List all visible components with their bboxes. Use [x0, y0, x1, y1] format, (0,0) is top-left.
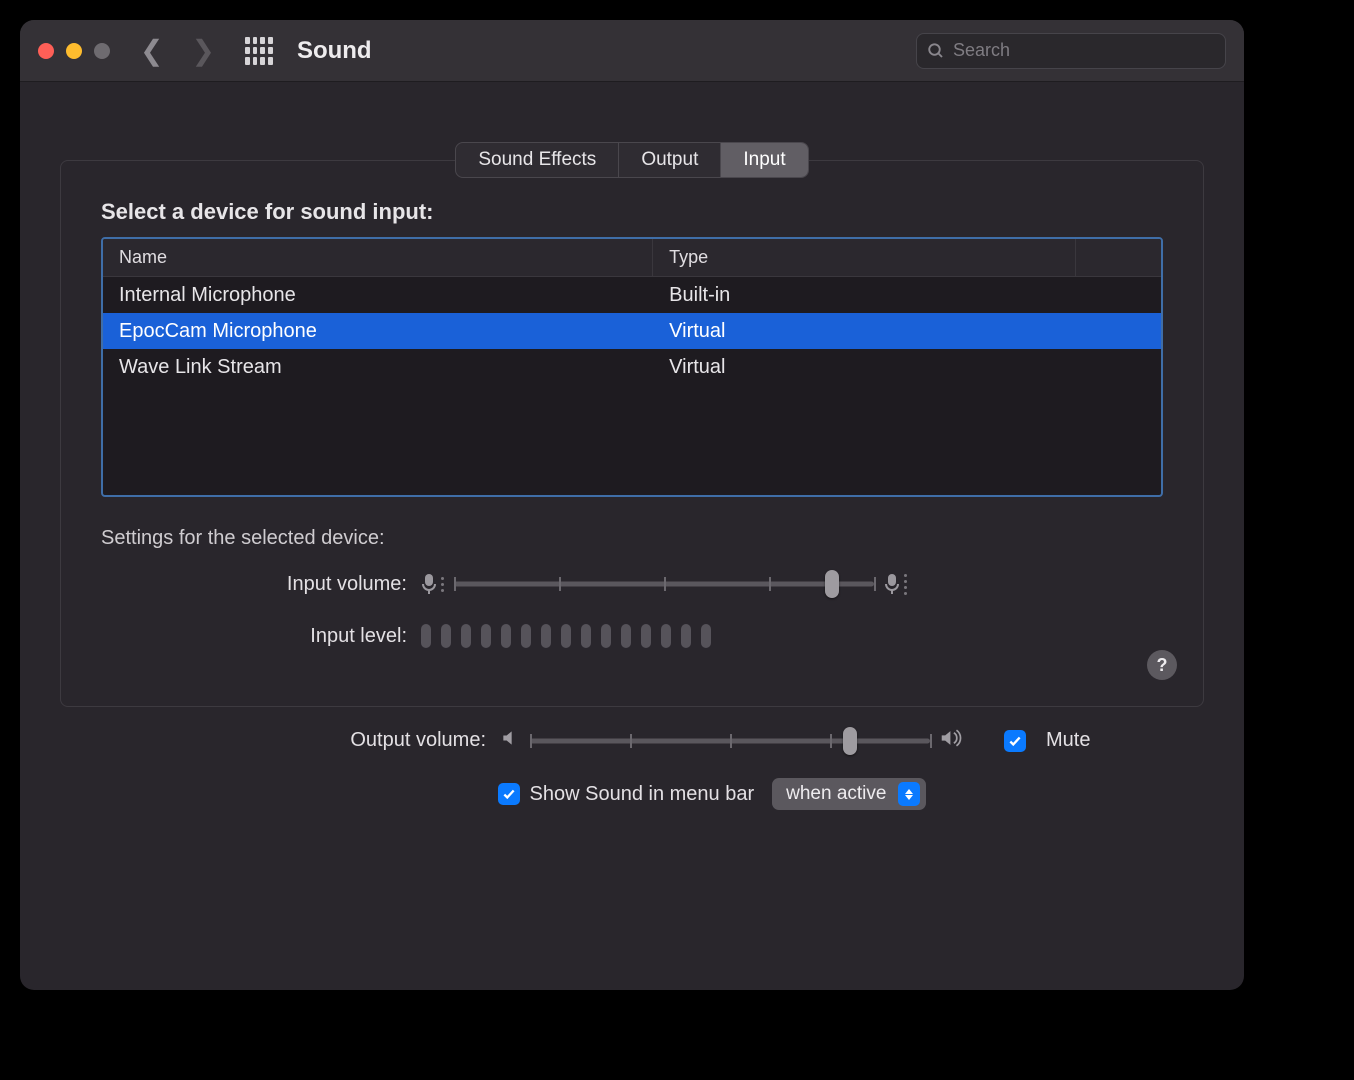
menu-mode-popup[interactable]: when active — [772, 778, 926, 810]
back-button[interactable]: ❮ — [140, 37, 163, 65]
device-name: Internal Microphone — [103, 277, 653, 313]
device-type: Virtual — [653, 313, 1076, 349]
show-menu-label: Show Sound in menu bar — [530, 783, 755, 806]
input-panel: Select a device for sound input: Name Ty… — [60, 160, 1204, 707]
search-field[interactable] — [916, 33, 1226, 69]
tab-output[interactable]: Output — [619, 143, 721, 177]
input-volume-slider[interactable] — [454, 572, 874, 596]
window-title: Sound — [297, 37, 372, 65]
menu-mode-value: when active — [786, 783, 886, 805]
tab-bar: Sound Effects Output Input — [455, 142, 808, 178]
mic-low-icon — [421, 572, 444, 596]
speaker-high-icon — [940, 727, 966, 754]
device-type: Virtual — [653, 349, 1076, 385]
input-level-meter — [421, 624, 711, 648]
device-table-header: Name Type — [103, 239, 1161, 277]
device-row[interactable]: Wave Link Stream Virtual — [103, 349, 1161, 385]
output-volume-label: Output volume: — [100, 729, 500, 752]
device-select-heading: Select a device for sound input: — [101, 199, 1163, 225]
input-level-label: Input level: — [101, 625, 421, 648]
forward-button[interactable]: ❯ — [191, 37, 214, 65]
help-button[interactable]: ? — [1147, 650, 1177, 680]
slider-thumb[interactable] — [825, 570, 839, 598]
device-row[interactable]: EpocCam Microphone Virtual — [103, 313, 1161, 349]
popup-arrows-icon — [898, 782, 920, 806]
device-table[interactable]: Name Type Internal Microphone Built-in E… — [101, 237, 1163, 497]
footer-controls: Output volume: — [60, 707, 1204, 810]
tab-sound-effects[interactable]: Sound Effects — [456, 143, 619, 177]
mute-label: Mute — [1046, 729, 1090, 752]
search-input[interactable] — [953, 40, 1215, 61]
nav-arrows: ❮ ❯ — [140, 37, 215, 65]
titlebar: ❮ ❯ Sound — [20, 20, 1244, 82]
mic-high-icon — [884, 572, 907, 596]
traffic-lights — [38, 43, 110, 59]
zoom-button[interactable] — [94, 43, 110, 59]
column-header-name[interactable]: Name — [103, 239, 653, 276]
device-settings-heading: Settings for the selected device: — [101, 527, 1163, 550]
device-name: Wave Link Stream — [103, 349, 653, 385]
slider-thumb[interactable] — [843, 727, 857, 755]
column-header-type[interactable]: Type — [653, 239, 1076, 276]
mute-checkbox[interactable] — [1004, 730, 1026, 752]
show-all-button[interactable] — [245, 37, 273, 65]
minimize-button[interactable] — [66, 43, 82, 59]
device-name: EpocCam Microphone — [103, 313, 653, 349]
device-row[interactable]: Internal Microphone Built-in — [103, 277, 1161, 313]
device-type: Built-in — [653, 277, 1076, 313]
search-icon — [927, 42, 945, 60]
sound-preferences-window: ❮ ❯ Sound Sound Effects Output Input Sel… — [20, 20, 1244, 990]
tab-input[interactable]: Input — [721, 143, 807, 177]
speaker-low-icon — [500, 728, 520, 753]
show-menu-checkbox[interactable] — [498, 783, 520, 805]
output-volume-slider[interactable] — [530, 729, 930, 753]
close-button[interactable] — [38, 43, 54, 59]
input-volume-label: Input volume: — [101, 573, 421, 596]
